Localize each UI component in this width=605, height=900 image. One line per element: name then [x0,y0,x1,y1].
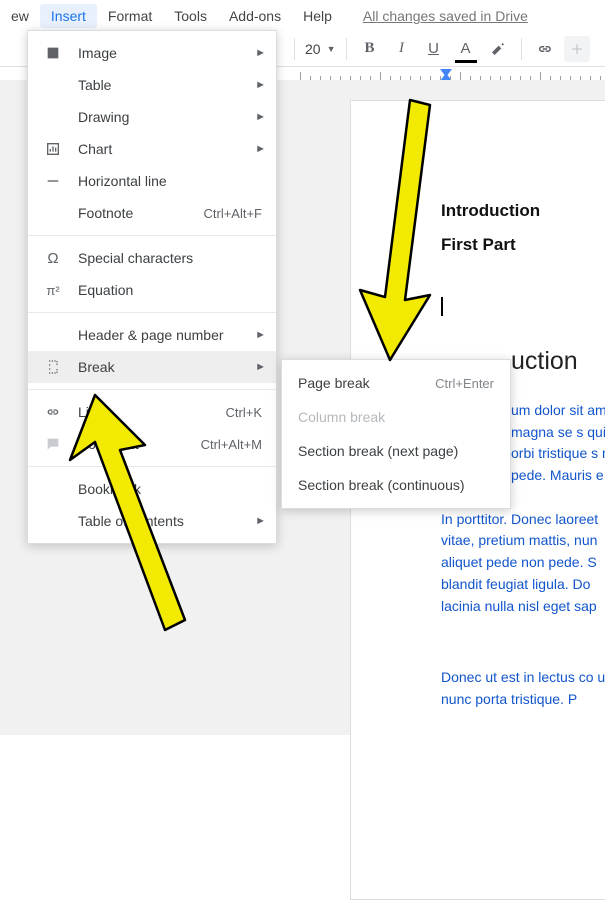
bold-button[interactable]: B [357,36,383,62]
chart-icon [42,141,64,157]
menu-item-header-page-number[interactable]: Header & page number ► [28,319,276,351]
shortcut-label: Ctrl+Alt+M [201,437,262,452]
menu-item-link[interactable]: Link Ctrl+K [28,396,276,428]
menu-item-bookmark[interactable]: Bookmark [28,473,276,505]
menu-item-table-of-contents[interactable]: Table of contents ► [28,505,276,537]
shortcut-label: Ctrl+Enter [435,376,494,391]
break-icon [42,359,64,375]
text-cursor [441,297,443,316]
menu-item-chart[interactable]: Chart ► [28,133,276,165]
submenu-arrow-icon: ► [255,47,266,59]
menu-item-image[interactable]: Image ► [28,37,276,69]
break-submenu: Page break Ctrl+Enter Column break Secti… [281,359,511,509]
submenu-arrow-icon: ► [255,515,266,527]
menu-insert[interactable]: Insert [40,4,97,28]
menu-format[interactable]: Format [97,4,163,28]
body-paragraph[interactable]: Donec ut est in lectus co ut nunc porta … [441,667,605,710]
heading-first-part[interactable]: First Part [441,235,605,255]
menu-item-table[interactable]: Table ► [28,69,276,101]
menu-addons[interactable]: Add-ons [218,4,292,28]
cursor-line[interactable] [441,295,605,317]
menu-item-drawing[interactable]: Drawing ► [28,101,276,133]
menu-separator [28,389,276,390]
shortcut-label: Ctrl+Alt+F [203,206,262,221]
text-color-button[interactable]: A [453,36,479,62]
menu-item-footnote[interactable]: Footnote Ctrl+Alt+F [28,197,276,229]
submenu-item-section-break-continuous[interactable]: Section break (continuous) [282,468,510,502]
body-paragraph[interactable]: In porttitor. Donec laoreet vitae, preti… [441,509,605,617]
font-size-value: 20 [305,41,321,57]
menu-item-special-characters[interactable]: Ω Special characters [28,242,276,274]
heading-introduction[interactable]: Introduction [441,201,605,221]
highlighter-icon [490,41,506,57]
toolbar-separator [521,38,522,60]
heading-introduction-large[interactable]: uction [511,347,605,376]
submenu-arrow-icon: ► [255,329,266,341]
menu-view-partial[interactable]: ew [0,4,40,28]
menu-separator [28,235,276,236]
save-status[interactable]: All changes saved in Drive [363,8,528,24]
submenu-item-column-break: Column break [282,400,510,434]
menu-item-equation[interactable]: π² Equation [28,274,276,306]
insert-link-button[interactable] [532,36,558,62]
submenu-arrow-icon: ► [255,361,266,373]
plus-icon [569,41,585,57]
font-size-selector[interactable]: 20 ▼ [305,41,336,57]
menu-help[interactable]: Help [292,4,343,28]
italic-button[interactable]: I [389,36,415,62]
body-paragraph[interactable]: um dolor sit am, uere, magna se s quis u… [511,400,605,487]
submenu-arrow-icon: ► [255,111,266,123]
insert-menu-dropdown: Image ► Table ► Drawing ► Chart ► Horizo… [27,30,277,544]
menu-separator [28,466,276,467]
submenu-item-section-break-next-page[interactable]: Section break (next page) [282,434,510,468]
menu-separator [28,312,276,313]
menu-item-comment[interactable]: Comment Ctrl+Alt+M [28,428,276,460]
menu-bar: ew Insert Format Tools Add-ons Help All … [0,0,605,31]
horizontal-line-icon [42,173,64,189]
underline-button[interactable]: U [421,36,447,62]
toolbar-separator [346,38,347,60]
menu-item-break[interactable]: Break ► [28,351,276,383]
image-icon [42,45,64,61]
omega-icon: Ω [42,250,64,267]
highlight-button[interactable] [485,36,511,62]
dropdown-triangle-icon: ▼ [327,44,336,54]
submenu-arrow-icon: ► [255,79,266,91]
menu-item-horizontal-line[interactable]: Horizontal line [28,165,276,197]
submenu-item-page-break[interactable]: Page break Ctrl+Enter [282,366,510,400]
comment-icon [42,436,64,452]
shortcut-label: Ctrl+K [226,405,262,420]
insert-comment-button[interactable] [564,36,590,62]
pi-icon: π² [42,283,64,298]
submenu-arrow-icon: ► [255,143,266,155]
menu-tools[interactable]: Tools [163,4,218,28]
link-icon [536,40,554,58]
link-icon [42,404,64,420]
toolbar-separator [294,38,295,60]
